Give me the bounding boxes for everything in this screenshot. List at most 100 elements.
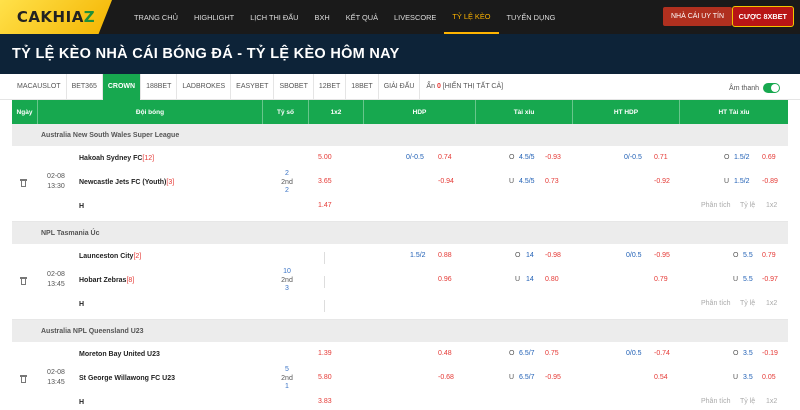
tab-macauslot[interactable]: MACAUSLOT [12, 73, 67, 100]
menu-item-ty-le-keo[interactable]: TỶ LỆ KÈO [444, 0, 499, 34]
hthdp-odd-home[interactable]: 0.71 [654, 154, 668, 161]
tx-over-label: O [509, 154, 515, 161]
tx-line-under: 14 [526, 276, 534, 283]
match-row: 02-08 13:45 Launceston City[2] Hobart Zeb… [12, 244, 788, 320]
hdp-odd-home[interactable]: 0.74 [438, 154, 452, 161]
draw-label: H [79, 203, 85, 210]
hthdp-odd-away[interactable]: 0.54 [654, 374, 668, 381]
menu-item-livescore[interactable]: LIVESCORE [386, 0, 444, 34]
httx-line-over: 1.5/2 [734, 154, 750, 161]
phan-tich-link[interactable]: Phân tích [701, 202, 731, 209]
away-team[interactable]: St George Willawong FC U23 [79, 375, 175, 382]
httx-odd-under[interactable]: -0.97 [762, 276, 778, 283]
odd-1x2-away[interactable]: 3.65 [318, 178, 332, 185]
1x2-link[interactable]: 1x2 [766, 202, 777, 209]
httx-odd-under[interactable]: 0.05 [762, 374, 776, 381]
sound-toggle[interactable] [763, 83, 780, 93]
menu-item-ket-qua[interactable]: KẾT QUẢ [338, 0, 386, 34]
1x2-link[interactable]: 1x2 [766, 398, 777, 405]
menu-item-highlight[interactable]: HIGHLIGHT [186, 0, 242, 34]
hthdp-odd-home[interactable]: -0.74 [654, 350, 670, 357]
trash-icon[interactable] [20, 277, 27, 285]
empty-odd-1x2-draw [324, 300, 325, 312]
odd-1x2-home[interactable]: 5.00 [318, 154, 332, 161]
httx-odd-over[interactable]: 0.69 [762, 154, 776, 161]
show-all-link[interactable]: [HIỂN THỊ TẤT CẢ] [443, 83, 503, 90]
site-logo[interactable]: CAKHIA Z [0, 0, 112, 34]
tx-line-over: 14 [526, 252, 534, 259]
tab-18bet[interactable]: 18BET [346, 73, 379, 100]
httx-line-under: 1.5/2 [734, 178, 750, 185]
httx-odd-over[interactable]: -0.19 [762, 350, 778, 357]
tx-odd-under[interactable]: -0.95 [545, 374, 561, 381]
hthdp-line: 0/0.5 [626, 350, 642, 357]
trash-icon[interactable] [20, 375, 27, 383]
tx-odd-over[interactable]: 0.75 [545, 350, 559, 357]
menu-item-tuyen-dung[interactable]: TUYỂN DỤNG [499, 0, 564, 34]
match-row: 02-08 13:30 Hakoah Sydney FC[12] Newcastl… [12, 146, 788, 222]
league-row: NPL Tasmania Úc [12, 222, 788, 244]
home-team[interactable]: Hakoah Sydney FC[12] [79, 155, 154, 162]
odd-1x2-away[interactable]: 5.80 [318, 374, 332, 381]
hdp-odd-away[interactable]: -0.94 [438, 178, 454, 185]
httx-odd-over[interactable]: 0.79 [762, 252, 776, 259]
tab-giai-dau[interactable]: GIẢI ĐẤU [379, 73, 421, 100]
match-datetime: 02-08 13:45 [47, 369, 65, 386]
hdp-odd-away[interactable]: -0.68 [438, 374, 454, 381]
tab-ladbrokes[interactable]: LADBROKES [177, 73, 232, 100]
httx-under-label: U [733, 374, 739, 381]
match-score: 5 2nd 1 [281, 366, 293, 390]
menu-item-lich-thi-dau[interactable]: LỊCH THI ĐẤU [242, 0, 306, 34]
hthdp-odd-away[interactable]: -0.92 [654, 178, 670, 185]
cuoc-8xbet-button[interactable]: CƯỢC 8XBET [731, 6, 794, 27]
ty-le-link[interactable]: Tỷ lệ [740, 202, 755, 209]
menu-item-bxh[interactable]: BXH [307, 0, 338, 34]
ty-le-link[interactable]: Tỷ lệ [740, 398, 755, 405]
tab-sbobet[interactable]: SBOBET [274, 73, 314, 100]
home-team[interactable]: Launceston City[2] [79, 253, 141, 260]
tx-odd-under[interactable]: 0.73 [545, 178, 559, 185]
httx-odd-under[interactable]: -0.89 [762, 178, 778, 185]
1x2-link[interactable]: 1x2 [766, 300, 777, 307]
tx-odd-over[interactable]: -0.93 [545, 154, 561, 161]
hidden-matches-info: Ẩn 0 [HIỂN THỊ TẤT CẢ] [426, 83, 503, 90]
hdp-line: 0/-0.5 [406, 154, 424, 161]
tab-bet365[interactable]: BET365 [67, 73, 103, 100]
tab-188bet[interactable]: 188BET [141, 73, 178, 100]
home-team[interactable]: Moreton Bay United U23 [79, 351, 160, 358]
logo-text-z: Z [83, 8, 96, 26]
nha-cai-uy-tin-button[interactable]: NHÀ CÁI UY TÍN [662, 7, 732, 26]
tab-easybet[interactable]: EASYBET [231, 73, 275, 100]
header-1x2: 1x2 [309, 100, 364, 124]
phan-tich-link[interactable]: Phân tích [701, 398, 731, 405]
hdp-odd-home[interactable]: 0.48 [438, 350, 452, 357]
hdp-odd-home[interactable]: 0.88 [438, 252, 452, 259]
hthdp-odd-home[interactable]: -0.95 [654, 252, 670, 259]
league-row: Australia New South Wales Super League [12, 124, 788, 146]
odds-table: Ngày Đội bóng Tỷ số 1x2 HDP Tài xỉu HT H… [12, 100, 788, 410]
away-team[interactable]: Hobart Zebras[8] [79, 277, 134, 284]
odd-1x2-draw[interactable]: 3.83 [318, 398, 332, 405]
hthdp-odd-away[interactable]: 0.79 [654, 276, 668, 283]
tx-odd-under[interactable]: 0.80 [545, 276, 559, 283]
tx-line-over: 6.5/7 [519, 350, 535, 357]
sound-control: Âm thanh [729, 83, 780, 93]
tx-odd-over[interactable]: -0.98 [545, 252, 561, 259]
match-datetime: 02-08 13:45 [47, 271, 65, 288]
httx-line-over: 3.5 [743, 350, 753, 357]
odd-1x2-draw[interactable]: 1.47 [318, 202, 332, 209]
ty-le-link[interactable]: Tỷ lệ [740, 300, 755, 307]
trash-icon[interactable] [20, 179, 27, 187]
tx-over-label: O [509, 350, 515, 357]
header-ht-hdp: HT HDP [573, 100, 680, 124]
odd-1x2-home[interactable]: 1.39 [318, 350, 332, 357]
tab-12bet[interactable]: 12BET [314, 73, 347, 100]
league-row: Australia NPL Queensland U23 [12, 320, 788, 342]
hdp-odd-away[interactable]: 0.96 [438, 276, 452, 283]
menu-item-trang-chu[interactable]: TRANG CHỦ [126, 0, 186, 34]
tx-line-under: 6.5/7 [519, 374, 535, 381]
tab-crown[interactable]: CROWN [102, 73, 142, 100]
away-team[interactable]: Newcastle Jets FC (Youth)[3] [79, 179, 174, 186]
phan-tich-link[interactable]: Phân tích [701, 300, 731, 307]
tx-under-label: U [509, 178, 515, 185]
